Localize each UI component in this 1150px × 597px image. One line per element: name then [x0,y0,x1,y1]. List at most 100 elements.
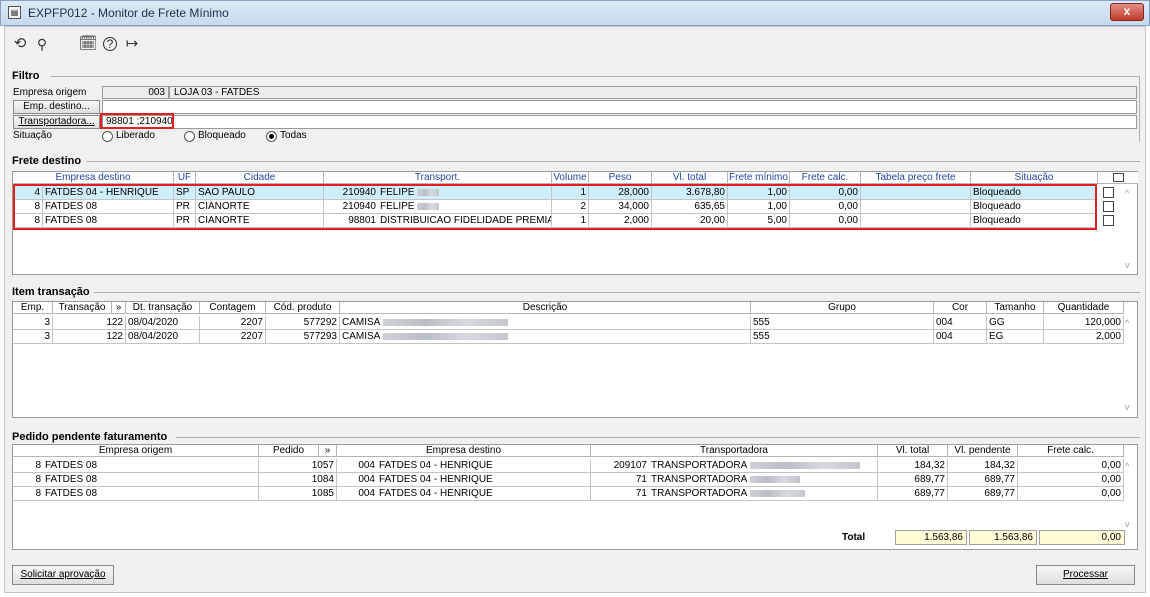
solicitar-aprovacao-button[interactable]: Solicitar aprovação [12,565,114,585]
col-peso[interactable]: Peso [589,172,652,184]
emp-destino-button[interactable]: Emp. destino... [13,100,100,114]
filtro-border-right [1139,76,1140,142]
col-contagem[interactable]: Contagem [200,302,266,314]
processar-button[interactable]: Processar [1036,565,1135,585]
pedido-number: 1084 [259,473,337,487]
bloqueado-radio[interactable] [184,131,195,142]
col-vl-pendente[interactable]: Vl. pendente [948,445,1018,457]
contagem: 2207 [200,316,266,330]
liberado-radio[interactable] [102,131,113,142]
col-empresa-origem[interactable]: Empresa origem [13,445,259,457]
col-transacao[interactable]: Transação [53,302,112,314]
scroll-down-icon[interactable]: v [1125,402,1130,412]
transportadora-field[interactable]: 98801 ;210940 [102,115,1137,129]
tamanho: GG [987,316,1044,330]
scroll-up-icon[interactable]: ^ [1125,188,1129,198]
transportadora-button[interactable]: Transportadora... [13,115,100,129]
col-empresa-destino[interactable]: Empresa destino [13,172,174,184]
pedido-number: 1057 [259,459,337,473]
calendar-icon[interactable]: 🗓 [78,34,98,54]
frete-divider [86,161,1140,162]
frete-calc: 0,00 [1018,459,1124,473]
col-descricao[interactable]: Descrição [340,302,751,314]
col-quantidade[interactable]: Quantidade [1044,302,1124,314]
transacao: 122 [53,330,126,344]
origem-code: 8 [13,487,43,501]
col-situacao[interactable]: Situação [971,172,1098,184]
col-tamanho[interactable]: Tamanho [987,302,1044,314]
scroll-up-icon[interactable]: ^ [1125,318,1129,328]
col-cidade[interactable]: Cidade [196,172,324,184]
scroll-up-icon[interactable]: ^ [1125,461,1129,471]
col-pedido[interactable]: Pedido [259,445,319,457]
total-vl-total: 1.563,86 [895,530,967,545]
cod-produto: 577293 [266,330,340,344]
destino-name: FATDES 04 - HENRIQUE [377,487,591,501]
refresh-icon[interactable]: ⟲ [10,34,30,54]
transp-name: TRANSPORTADORA [649,473,878,487]
quantidade: 120,000 [1044,316,1124,330]
total-vl-pendente: 1.563,86 [969,530,1037,545]
vl-pendente: 689,77 [948,473,1018,487]
todas-radio[interactable] [266,131,277,142]
total-label: Total [842,532,866,543]
col-emp[interactable]: Emp. [13,302,53,314]
frete-calc: 0,00 [1018,487,1124,501]
col-empresa-destino[interactable]: Empresa destino [337,445,591,457]
destino-name: FATDES 04 - HENRIQUE [377,459,591,473]
transacao: 122 [53,316,126,330]
cor: 004 [934,330,987,344]
filtro-divider [50,76,1140,77]
col-vl-total[interactable]: Vl. total [878,445,948,457]
item-divider [94,292,1140,293]
emp-destino-field[interactable] [102,100,1137,114]
col-transport[interactable]: Transport. [324,172,552,184]
destino-code: 004 [337,459,377,473]
origem-name: FATDES 08 [43,459,259,473]
pedido-pendente-title: Pedido pendente faturamento [12,431,168,443]
bloqueado-label: Bloqueado [198,130,246,141]
emp: 3 [13,316,53,330]
col-grupo[interactable]: Grupo [751,302,934,314]
col-tabela-preco[interactable]: Tabela preço frete [861,172,971,184]
grupo: 555 [751,316,934,330]
col-frete-calc[interactable]: Frete calc. [1018,445,1124,457]
vl-total: 689,77 [878,487,948,501]
transp-code: 209107 [591,459,649,473]
col-select-all[interactable] [1098,172,1138,184]
grupo: 555 [751,330,934,344]
exit-icon[interactable]: ↦ [122,34,142,54]
vl-pendente: 184,32 [948,459,1018,473]
scroll-down-icon[interactable]: v [1125,260,1130,270]
descricao: CAMISA [340,330,751,344]
col-transportadora[interactable]: Transportadora [591,445,878,457]
row-checkbox[interactable] [1103,215,1114,226]
search-icon[interactable]: ⚲ [32,34,52,54]
col-cod-produto[interactable]: Cód. produto [266,302,340,314]
col-vl-total[interactable]: Vl. total [652,172,728,184]
dt-transacao: 08/04/2020 [126,316,200,330]
situacao-label: Situação [13,130,52,141]
help-icon[interactable]: ? [100,34,120,54]
col-frete-minimo[interactable]: Frete mínimo [728,172,790,184]
col-volume[interactable]: Volume [552,172,589,184]
origem-code: 8 [13,459,43,473]
app-icon: ▤ [8,6,21,19]
frete-calc: 0,00 [1018,473,1124,487]
cor: 004 [934,316,987,330]
col-expand[interactable]: » [319,445,337,457]
col-dt-transacao[interactable]: Dt. transação [126,302,200,314]
col-expand[interactable]: » [112,302,126,314]
scroll-down-icon[interactable]: v [1125,519,1130,529]
cod-produto: 577292 [266,316,340,330]
col-uf[interactable]: UF [174,172,196,184]
frete-destino-title: Frete destino [12,155,82,167]
window-title: EXPFP012 - Monitor de Frete Mínimo [28,6,229,20]
frete-rows-highlight [13,184,1097,230]
row-checkbox[interactable] [1103,201,1114,212]
row-checkbox[interactable] [1103,187,1114,198]
close-button[interactable]: x [1110,3,1144,21]
col-frete-calc[interactable]: Frete calc. [790,172,861,184]
col-cor[interactable]: Cor [934,302,987,314]
item-transacao-title: Item transação [12,286,90,298]
